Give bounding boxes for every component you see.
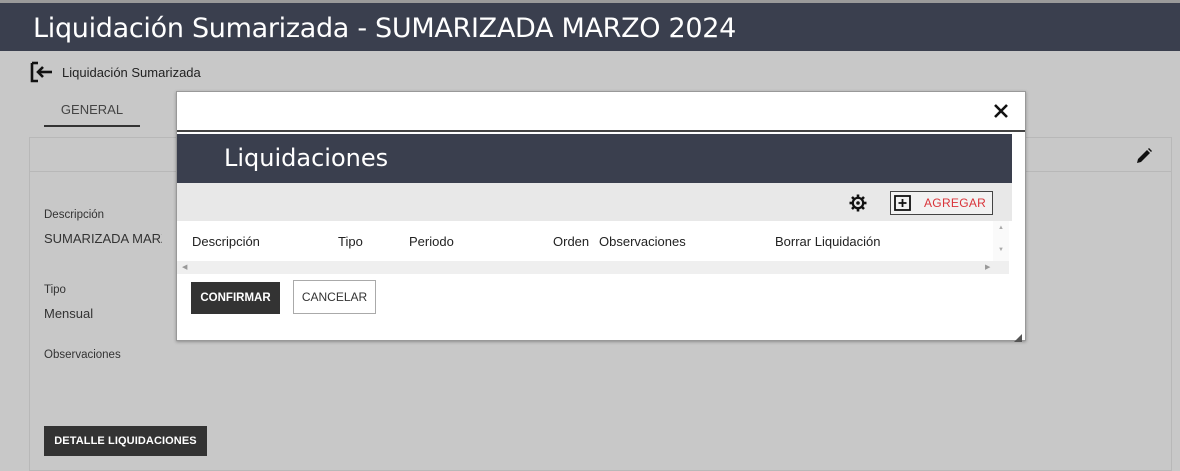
modal-title: Liquidaciones (224, 144, 389, 172)
column-header-borrar-liquidacion[interactable]: Borrar Liquidación (775, 234, 881, 249)
scroll-right-icon[interactable]: ▶ (985, 263, 990, 271)
horizontal-scrollbar[interactable]: ◀ ▶ (177, 261, 1009, 274)
app-header: Liquidación Sumarizada - SUMARIZADA MARZ… (0, 0, 1180, 51)
modal-topbar (177, 92, 1025, 132)
scroll-down-icon[interactable]: ▼ (998, 247, 1004, 253)
vertical-scrollbar[interactable]: ▲ ▼ (993, 221, 1009, 261)
breadcrumb-label[interactable]: Liquidación Sumarizada (62, 65, 201, 80)
column-header-orden[interactable]: Orden (553, 234, 589, 249)
column-header-observaciones[interactable]: Observaciones (599, 234, 686, 249)
pencil-icon[interactable] (1135, 147, 1153, 165)
descripcion-label: Descripción (44, 209, 105, 221)
plus-box-icon (894, 195, 911, 211)
table-toolbar: AGREGAR (177, 183, 1012, 221)
modal-heading: Liquidaciones (177, 134, 1012, 183)
column-header-periodo[interactable]: Periodo (409, 234, 454, 249)
breadcrumb: Liquidación Sumarizada (29, 60, 201, 84)
tipo-label: Tipo (44, 284, 66, 296)
descripcion-value: SUMARIZADA MARZO 2024 (44, 231, 162, 246)
close-icon[interactable] (993, 103, 1009, 119)
detalle-liquidaciones-button[interactable]: DETALLE LIQUIDACIONES (44, 426, 207, 456)
confirmar-button[interactable]: CONFIRMAR (191, 282, 280, 314)
column-header-descripcion[interactable]: Descripción (192, 234, 260, 249)
table-header: Descripción Tipo Periodo Orden Observaci… (177, 221, 1009, 261)
tab-general[interactable]: GENERAL (44, 96, 140, 127)
tipo-value: Mensual (44, 306, 94, 321)
scroll-left-icon[interactable]: ◀ (182, 263, 187, 271)
liquidaciones-modal: Liquidaciones AGREGAR Descripción Tipo P… (176, 91, 1026, 342)
scroll-up-icon[interactable]: ▲ (998, 225, 1004, 231)
observaciones-label: Observaciones (44, 349, 121, 361)
cancelar-button[interactable]: CANCELAR (293, 280, 376, 314)
back-arrow-icon[interactable] (29, 60, 55, 84)
agregar-label: AGREGAR (924, 196, 987, 210)
column-header-tipo[interactable]: Tipo (338, 234, 363, 249)
resize-handle-icon[interactable] (1014, 329, 1022, 342)
gear-icon[interactable] (849, 194, 867, 212)
page-title: Liquidación Sumarizada - SUMARIZADA MARZ… (33, 13, 737, 44)
agregar-button[interactable]: AGREGAR (890, 191, 993, 215)
